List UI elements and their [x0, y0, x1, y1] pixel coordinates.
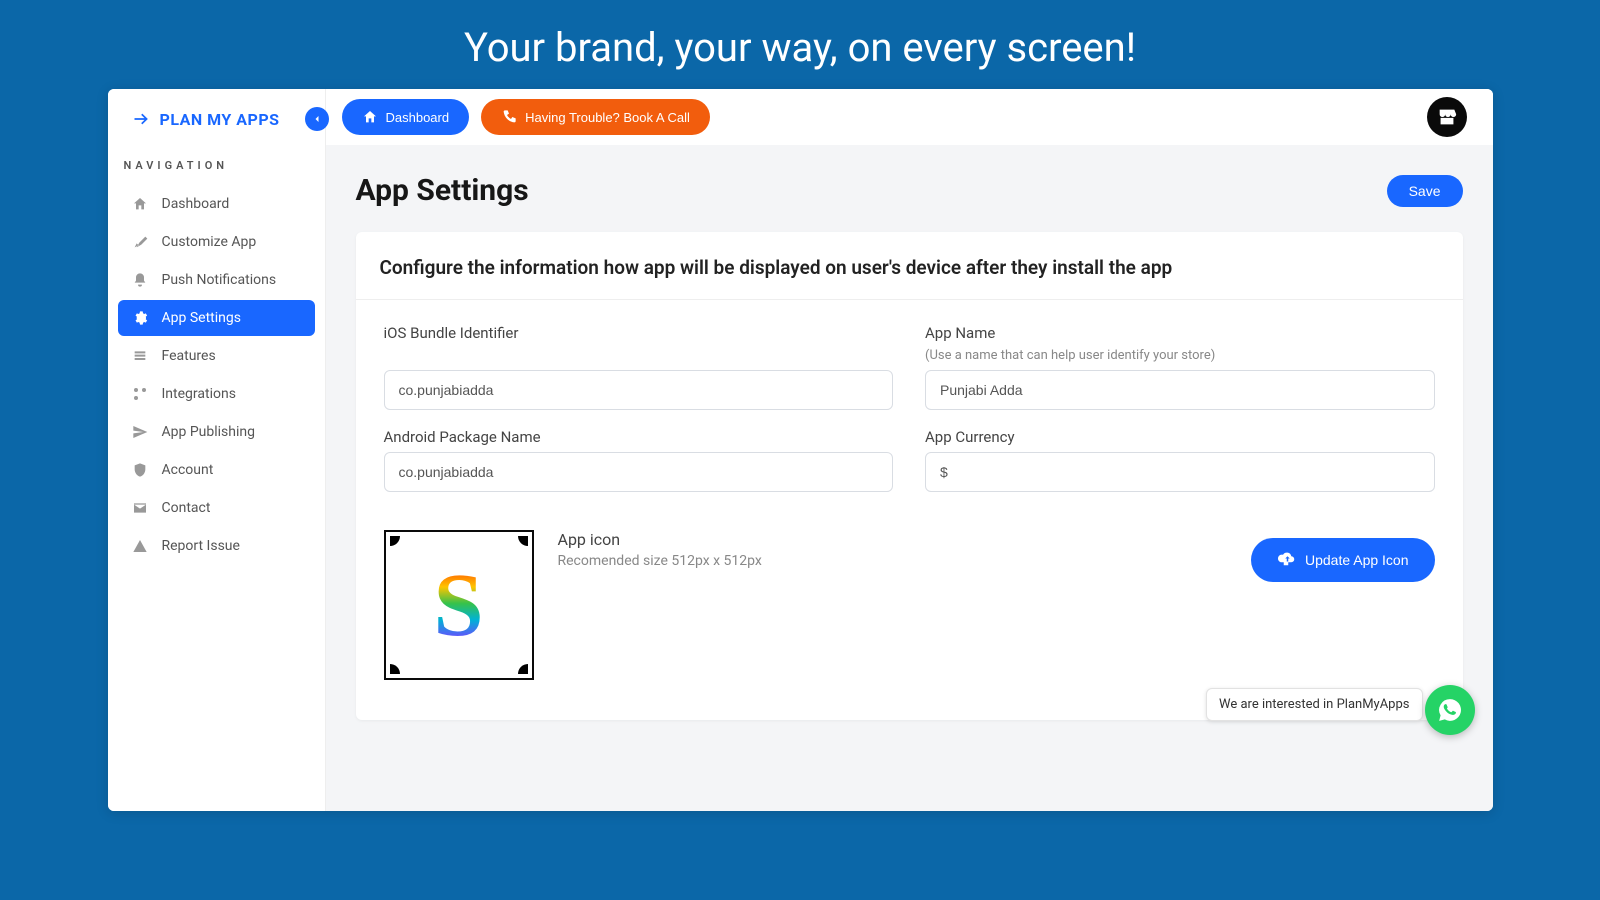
app-name-hint: (Use a name that can help user identify …	[925, 348, 1435, 363]
field-app-currency: App Currency	[925, 428, 1435, 492]
send-icon	[130, 422, 150, 442]
sidebar-item-app-settings[interactable]: App Settings	[118, 300, 315, 336]
sidebar-item-push[interactable]: Push Notifications	[118, 262, 315, 298]
gear-icon	[130, 308, 150, 328]
whatsapp-fab[interactable]	[1425, 685, 1475, 735]
integration-icon	[130, 384, 150, 404]
app-name-input[interactable]	[925, 370, 1435, 410]
field-android-package: Android Package Name	[384, 428, 894, 492]
page-title: App Settings	[356, 173, 529, 208]
sidebar: PLAN MY APPS NAVIGATION Dashboard Custom…	[108, 89, 326, 811]
sidebar-item-publishing[interactable]: App Publishing	[118, 414, 315, 450]
nav-heading: NAVIGATION	[108, 141, 325, 184]
sidebar-item-features[interactable]: Features	[118, 338, 315, 374]
store-avatar[interactable]	[1427, 97, 1467, 137]
sidebar-item-account[interactable]: Account	[118, 452, 315, 488]
sidebar-item-label: Customize App	[162, 234, 257, 250]
sidebar-item-label: Dashboard	[162, 196, 230, 212]
sidebar-item-label: Account	[162, 462, 214, 478]
sidebar-item-label: Report Issue	[162, 538, 240, 554]
store-icon	[1436, 106, 1458, 128]
settings-card: Configure the information how app will b…	[356, 232, 1463, 720]
ios-bundle-input[interactable]	[384, 370, 894, 410]
update-app-icon-button[interactable]: Update App Icon	[1251, 538, 1435, 582]
field-app-name: App Name (Use a name that can help user …	[925, 324, 1435, 410]
sidebar-item-dashboard[interactable]: Dashboard	[118, 186, 315, 222]
sidebar-collapse-button[interactable]	[305, 107, 329, 131]
cloud-upload-icon	[1277, 551, 1295, 569]
save-button[interactable]: Save	[1387, 175, 1463, 207]
page-header: App Settings Save	[326, 145, 1493, 222]
list-icon	[130, 346, 150, 366]
android-package-input[interactable]	[384, 452, 894, 492]
bell-icon	[130, 270, 150, 290]
sidebar-item-label: App Publishing	[162, 424, 255, 440]
book-call-label: Having Trouble? Book A Call	[525, 110, 690, 125]
ios-bundle-label: iOS Bundle Identifier	[384, 324, 894, 342]
brand: PLAN MY APPS	[108, 89, 325, 141]
app-icon-image: S	[433, 554, 483, 657]
field-ios-bundle: iOS Bundle Identifier	[384, 324, 894, 410]
sidebar-item-label: Contact	[162, 500, 211, 516]
sidebar-item-label: Push Notifications	[162, 272, 277, 288]
app-icon-hint: Recomended size 512px x 512px	[558, 553, 762, 569]
hero-tagline: Your brand, your way, on every screen!	[0, 0, 1600, 89]
sidebar-item-report[interactable]: Report Issue	[118, 528, 315, 564]
book-call-button[interactable]: Having Trouble? Book A Call	[481, 99, 710, 135]
brand-logo-icon	[132, 109, 152, 129]
sidebar-item-label: Integrations	[162, 386, 236, 402]
app-currency-input[interactable]	[925, 452, 1435, 492]
sidebar-item-contact[interactable]: Contact	[118, 490, 315, 526]
sidebar-item-label: App Settings	[162, 310, 241, 326]
brand-text: PLAN MY APPS	[160, 110, 280, 129]
brush-icon	[130, 232, 150, 252]
sidebar-item-label: Features	[162, 348, 216, 364]
app-icon-title: App icon	[558, 530, 762, 549]
app-window: PLAN MY APPS NAVIGATION Dashboard Custom…	[108, 89, 1493, 811]
card-heading: Configure the information how app will b…	[356, 232, 1463, 300]
nav-list: Dashboard Customize App Push Notificatio…	[108, 186, 325, 564]
dashboard-button[interactable]: Dashboard	[342, 99, 470, 135]
app-icon-preview: S	[384, 530, 534, 680]
app-currency-label: App Currency	[925, 428, 1435, 446]
android-package-label: Android Package Name	[384, 428, 894, 446]
settings-grid: iOS Bundle Identifier App Name (Use a na…	[356, 300, 1463, 502]
home-icon	[362, 109, 378, 125]
dashboard-button-label: Dashboard	[386, 110, 450, 125]
whatsapp-tooltip: We are interested in PlanMyApps	[1206, 688, 1422, 721]
update-app-icon-label: Update App Icon	[1305, 552, 1409, 568]
app-name-label: App Name	[925, 324, 1435, 342]
sidebar-item-customize[interactable]: Customize App	[118, 224, 315, 260]
mail-icon	[130, 498, 150, 518]
sidebar-item-integrations[interactable]: Integrations	[118, 376, 315, 412]
shield-icon	[130, 460, 150, 480]
icon-text: App icon Recomended size 512px x 512px	[558, 530, 762, 569]
whatsapp-icon	[1437, 697, 1463, 723]
warning-icon	[130, 536, 150, 556]
topbar: Dashboard Having Trouble? Book A Call	[326, 89, 1493, 145]
phone-icon	[501, 109, 517, 125]
chevron-left-icon	[311, 113, 323, 125]
home-icon	[130, 194, 150, 214]
